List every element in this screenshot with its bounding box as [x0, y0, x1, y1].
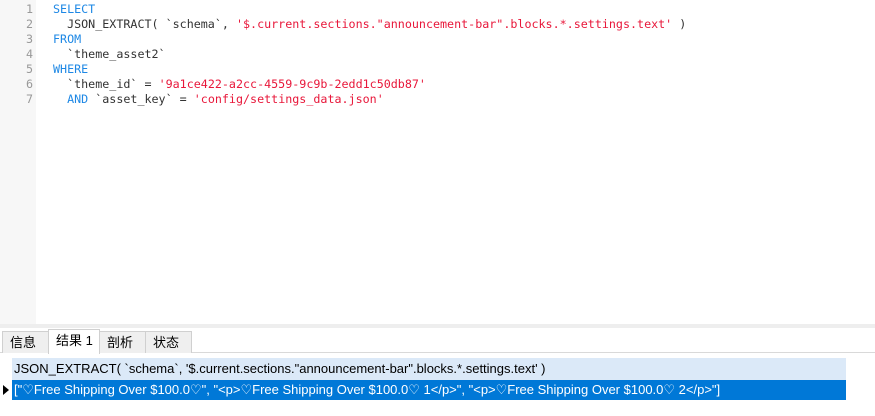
tab-result-1[interactable]: 结果 1 — [48, 329, 100, 354]
tab-status[interactable]: 状态 — [145, 331, 192, 353]
code-line: SELECT — [53, 2, 95, 17]
keyword: SELECT — [53, 2, 96, 16]
row-indicator-icon — [3, 385, 9, 395]
line-number-gutter: 1 2 3 4 5 6 7 — [0, 0, 36, 324]
code-line: AND `asset_key` = 'config/settings_data.… — [53, 92, 384, 107]
keyword: FROM — [53, 32, 82, 46]
code-text: JSON_EXTRACT( `schema`, — [53, 17, 236, 31]
code-text: `theme_id` = — [53, 77, 159, 91]
code-line: JSON_EXTRACT( `schema`, '$.current.secti… — [53, 17, 686, 32]
string-literal: '$.current.sections."announcement-bar".b… — [235, 17, 673, 31]
line-number: 5 — [25, 62, 33, 76]
code-line: `theme_asset2` — [53, 47, 166, 62]
keyword: WHERE — [53, 62, 89, 76]
string-literal: 'config/settings_data.json' — [193, 92, 384, 106]
code-text: `theme_asset2` — [53, 47, 166, 61]
string-literal: '9a1ce422-a2cc-4559-9c9b-2edd1c50db87' — [158, 77, 426, 91]
sql-editor[interactable]: 1 2 3 4 5 6 7 SELECT JSON_EXTRACT( `sche… — [0, 0, 875, 324]
line-number: 6 — [25, 77, 33, 91]
tab-info[interactable]: 信息 — [2, 331, 49, 353]
code-line: `theme_id` = '9a1ce422-a2cc-4559-9c9b-2e… — [53, 77, 426, 92]
tab-profile[interactable]: 剖析 — [99, 331, 146, 353]
line-number: 7 — [25, 92, 33, 106]
code-line: FROM — [53, 32, 81, 47]
line-number: 2 — [25, 17, 33, 31]
result-tabs: 信息 结果 1 剖析 状态 — [0, 329, 875, 354]
splitter[interactable] — [0, 324, 875, 328]
keyword: AND — [53, 92, 89, 106]
table-row[interactable]: ["♡Free Shipping Over $100.0♡", "<p>♡Fre… — [12, 380, 846, 400]
line-number: 1 — [25, 2, 33, 16]
line-number: 3 — [25, 32, 33, 46]
column-header[interactable]: JSON_EXTRACT( `schema`, '$.current.secti… — [12, 358, 846, 380]
code-line: WHERE — [53, 62, 88, 77]
code-text: `asset_key` = — [88, 92, 194, 106]
code-text: ) — [672, 17, 687, 31]
line-number: 4 — [25, 47, 33, 61]
